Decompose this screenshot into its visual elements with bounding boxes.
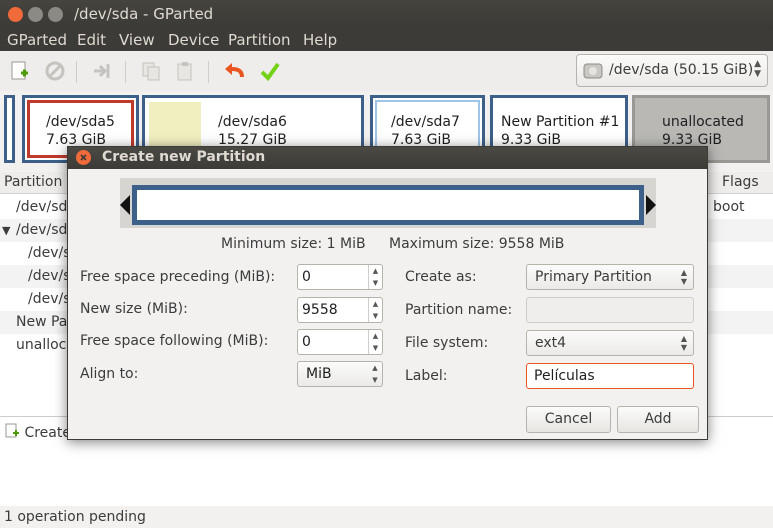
new-partition-icon xyxy=(5,423,19,438)
max-size-text: Maximum size: 9558 MiB xyxy=(389,236,565,252)
label-field-label: Label: xyxy=(405,368,448,384)
window-maximize-button[interactable] xyxy=(48,7,63,22)
align-combobox[interactable]: MiB ▲ ▼ xyxy=(297,361,383,387)
resize-move-icon[interactable] xyxy=(91,60,113,82)
dialog-titlebar: Create new Partition xyxy=(68,147,707,169)
create-as-label: Create as: xyxy=(405,269,477,285)
chevron-updown-icon: ▲ ▼ xyxy=(680,334,687,352)
window-close-button[interactable] xyxy=(8,7,23,22)
window-minimize-button[interactable] xyxy=(28,7,43,22)
chevron-updown-icon: ▲ ▼ xyxy=(754,59,761,79)
window-titlebar: /dev/sda - GParted xyxy=(0,0,773,29)
dialog-title: Create new Partition xyxy=(102,149,266,165)
menu-edit[interactable]: Edit xyxy=(77,31,106,49)
resize-right-handle[interactable] xyxy=(646,195,656,215)
free-preceding-spinbox[interactable]: 0 ▲ ▼ xyxy=(297,264,383,290)
chevron-updown-icon: ▲ ▼ xyxy=(680,268,687,286)
device-selector[interactable]: /dev/sda (50.15 GiB) ▲ ▼ xyxy=(576,54,768,87)
col-partition[interactable]: Partition xyxy=(4,174,62,190)
min-size-text: Minimum size: 1 MiB xyxy=(221,236,366,252)
resize-left-handle[interactable] xyxy=(120,195,130,215)
new-size-label: New size (MiB): xyxy=(80,301,188,317)
spin-arrows-icon[interactable]: ▲ ▼ xyxy=(368,298,382,322)
spin-arrows-icon[interactable]: ▲ ▼ xyxy=(368,330,382,354)
align-label: Align to: xyxy=(80,366,139,382)
status-text: 1 operation pending xyxy=(4,509,146,525)
new-size-spinbox[interactable]: 9558 ▲ ▼ xyxy=(297,297,383,323)
partition-block-sda1[interactable] xyxy=(4,95,15,163)
file-system-combobox[interactable]: ext4 ▲ ▼ xyxy=(526,330,694,356)
delete-icon[interactable] xyxy=(44,60,66,82)
cancel-button[interactable]: Cancel xyxy=(526,406,611,433)
free-following-label: Free space following (MiB): xyxy=(80,333,269,349)
close-icon xyxy=(80,154,87,161)
harddisk-icon xyxy=(583,63,603,79)
file-system-label: File system: xyxy=(405,335,489,351)
partition-name-field[interactable] xyxy=(526,297,694,323)
expander-icon[interactable]: ▼ xyxy=(2,224,10,237)
free-preceding-label: Free space preceding (MiB): xyxy=(80,269,276,285)
undo-icon[interactable] xyxy=(223,60,245,82)
create-partition-dialog: Create new Partition Minimum size: 1 MiB… xyxy=(67,146,708,440)
menu-gparted[interactable]: GParted xyxy=(7,31,67,49)
spin-arrows-icon[interactable]: ▲ ▼ xyxy=(368,265,382,289)
statusbar: 1 operation pending xyxy=(0,506,773,528)
menu-help[interactable]: Help xyxy=(303,31,337,49)
add-button[interactable]: Add xyxy=(617,406,699,433)
menu-device[interactable]: Device xyxy=(168,31,219,49)
chevron-updown-icon: ▲ ▼ xyxy=(372,364,378,384)
dialog-close-button[interactable] xyxy=(76,150,91,165)
paste-icon[interactable] xyxy=(174,60,196,82)
menu-view[interactable]: View xyxy=(119,31,155,49)
new-partition-icon[interactable] xyxy=(9,60,31,82)
window-title: /dev/sda - GParted xyxy=(74,5,214,23)
operation-item[interactable]: Create xyxy=(4,423,71,441)
free-following-spinbox[interactable]: 0 ▲ ▼ xyxy=(297,329,383,355)
menubar: GParted Edit View Device Partition Help xyxy=(0,29,773,51)
label-field[interactable]: Películas xyxy=(526,363,694,389)
partition-name-label: Partition name: xyxy=(405,302,513,318)
menu-partition[interactable]: Partition xyxy=(228,31,291,49)
col-flags[interactable]: Flags xyxy=(722,174,759,190)
create-as-combobox[interactable]: Primary Partition ▲ ▼ xyxy=(526,264,694,290)
partition-resizer-box[interactable] xyxy=(132,185,644,225)
device-label: /dev/sda (50.15 GiB) xyxy=(609,62,754,78)
copy-icon[interactable] xyxy=(140,60,162,82)
apply-icon[interactable] xyxy=(259,60,281,82)
